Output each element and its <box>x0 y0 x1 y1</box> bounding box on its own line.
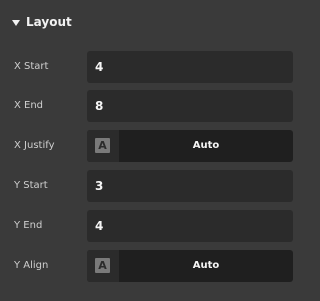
y-start-row: Y Start 3 <box>0 170 308 202</box>
x-justify-label: X Justify <box>14 140 55 151</box>
layout-section-header[interactable]: Layout <box>12 12 72 32</box>
y-end-label: Y End <box>14 220 43 231</box>
y-align-row: Y Align A Auto <box>0 250 308 282</box>
y-align-select[interactable]: A Auto <box>87 250 293 282</box>
x-end-label: X End <box>14 100 44 111</box>
y-end-value: 4 <box>95 219 104 233</box>
x-justify-icon-box: A <box>87 130 119 162</box>
x-end-value: 8 <box>95 99 104 113</box>
x-justify-select[interactable]: A Auto <box>87 130 293 162</box>
x-justify-row: X Justify A Auto <box>0 130 308 162</box>
y-end-input[interactable]: 4 <box>87 210 293 242</box>
x-start-input[interactable]: 4 <box>87 51 293 83</box>
section-title: Layout <box>26 15 72 29</box>
text-a-icon: A <box>95 138 110 153</box>
x-start-value: 4 <box>95 60 104 74</box>
x-start-label: X Start <box>14 61 49 72</box>
y-align-value: Auto <box>192 260 220 271</box>
layout-panel: Layout X Start 4 X End 8 X Justify A Aut… <box>0 0 308 301</box>
x-justify-value: Auto <box>192 140 220 151</box>
text-a-icon: A <box>95 258 110 273</box>
y-align-label: Y Align <box>14 260 49 271</box>
x-start-row: X Start 4 <box>0 51 308 83</box>
x-end-input[interactable]: 8 <box>87 90 293 122</box>
y-align-icon-box: A <box>87 250 119 282</box>
x-end-row: X End 8 <box>0 90 308 122</box>
y-start-label: Y Start <box>14 180 48 191</box>
y-start-input[interactable]: 3 <box>87 170 293 202</box>
y-start-value: 3 <box>95 179 104 193</box>
caret-down-icon[interactable] <box>12 19 20 26</box>
y-end-row: Y End 4 <box>0 210 308 242</box>
